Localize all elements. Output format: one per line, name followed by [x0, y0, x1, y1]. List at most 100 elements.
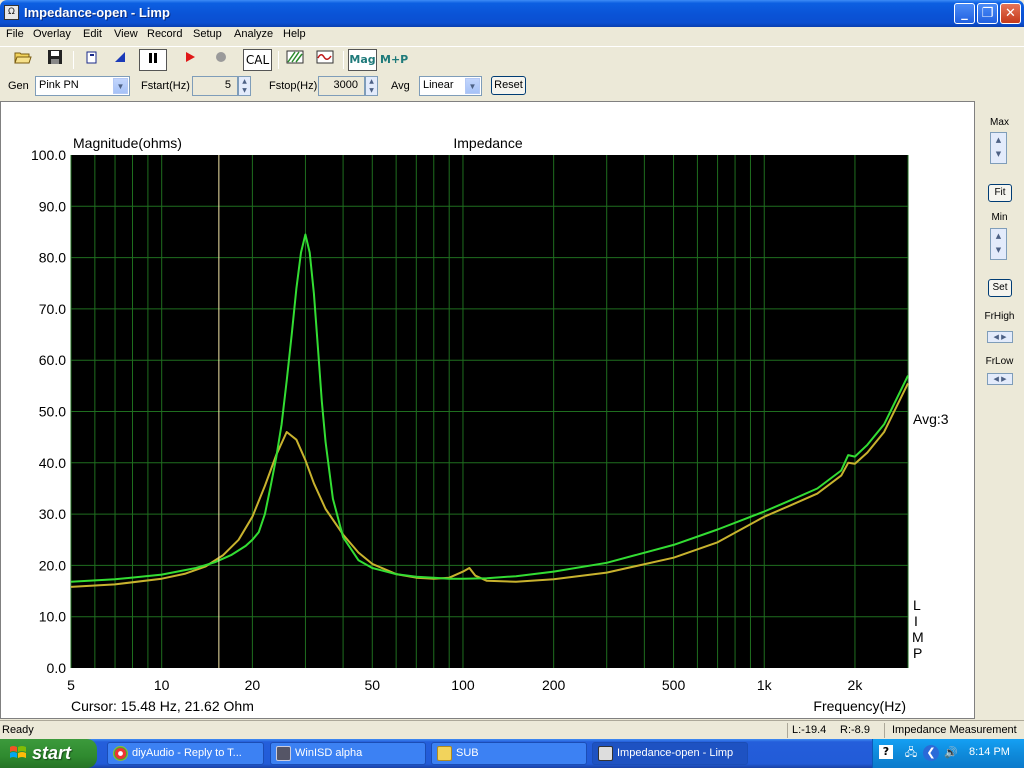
menu-setup[interactable]: Setup [193, 28, 222, 40]
impedance-chart[interactable]: Magnitude(ohms) Impedance 0.0 10.0 20.0 30.… [1, 102, 974, 718]
save-icon[interactable] [44, 49, 66, 71]
folder-icon [437, 746, 452, 761]
frlow-label: FrLow [985, 356, 1014, 367]
menu-record[interactable]: Record [147, 28, 182, 40]
scale-panel: Max ▲ ▼ Fit Min ▲ ▼ Set FrHigh ◀ ▶ FrLow ◀… [975, 101, 1024, 719]
title-bar: Ω Impedance-open - Limp _ ❐ ✕ [0, 0, 1024, 27]
y-tick-label: 30.0 [39, 506, 66, 522]
gen-label: Gen [8, 80, 29, 92]
task-winisd[interactable]: WinISD alpha [270, 742, 426, 765]
y-tick-label: 20.0 [39, 557, 66, 573]
y-tick-label: 70.0 [39, 301, 66, 317]
menu-edit[interactable]: Edit [83, 28, 102, 40]
x-tick-label: 1k [757, 677, 773, 693]
limp-letter: L [913, 597, 921, 613]
y-tick-label: 60.0 [39, 352, 66, 368]
volume-icon[interactable]: 🔊 [943, 745, 959, 761]
maximize-button[interactable]: ❐ [977, 3, 998, 24]
mag-button[interactable]: Mag [348, 49, 377, 71]
start-button[interactable]: start [0, 739, 97, 768]
network-icon[interactable]: 🖧 [903, 745, 919, 761]
frhigh-stepper[interactable]: ◀ ▶ [987, 331, 1013, 343]
set-button[interactable]: Set [988, 279, 1012, 297]
help-icon[interactable]: ? [879, 745, 893, 759]
frlow-stepper[interactable]: ◀ ▶ [987, 373, 1013, 385]
limp-letter: I [914, 613, 918, 629]
avg-label: Avg [391, 80, 410, 92]
avg-select-value: Linear [423, 79, 454, 91]
status-right-level: R:-8.9 [840, 724, 870, 736]
plot-panel: Magnitude(ohms) Impedance 0.0 10.0 20.0 30.… [0, 101, 975, 719]
minimize-button[interactable]: _ [954, 3, 975, 24]
play-icon[interactable] [179, 49, 201, 71]
menu-bar: File Overlay Edit View Record Setup Anal… [0, 27, 1024, 45]
fstop-stepper[interactable]: ▲ ▼ [365, 76, 378, 96]
menu-file[interactable]: File [6, 28, 24, 40]
min-stepper[interactable]: ▲ ▼ [990, 228, 1007, 260]
fstart-stepper[interactable]: ▲ ▼ [238, 76, 251, 96]
max-label: Max [990, 117, 1009, 128]
menu-help[interactable]: Help [283, 28, 306, 40]
app-icon [598, 746, 613, 761]
cal-button[interactable]: CAL [243, 49, 272, 71]
max-stepper[interactable]: ▲ ▼ [990, 132, 1007, 164]
chart-title: Impedance [453, 135, 522, 151]
frhigh-label: FrHigh [984, 311, 1015, 322]
limp-letter: P [913, 645, 922, 661]
chevron-down-icon[interactable]: ▼ [113, 78, 128, 94]
taskbar: start diyAudio - Reply to T... WinISD al… [0, 739, 1024, 768]
limp-letter: M [912, 629, 924, 645]
cursor-readout: Cursor: 15.48 Hz, 21.62 Ohm [71, 698, 254, 714]
windows-logo-icon [10, 746, 26, 758]
gen-select[interactable]: Pink PN ▼ [35, 76, 130, 96]
avg-count-label: Avg:3 [913, 411, 949, 427]
y-tick-label: 80.0 [39, 250, 66, 266]
y-axis-label: Magnitude(ohms) [73, 135, 182, 151]
menu-analyze[interactable]: Analyze [234, 28, 273, 40]
y-tick-label: 100.0 [31, 147, 66, 163]
status-mode: Impedance Measurement [892, 724, 1017, 736]
task-diyaudio[interactable]: diyAudio - Reply to T... [107, 742, 264, 765]
x-axis-label: Frequency(Hz) [813, 698, 906, 714]
winisd-icon [276, 746, 291, 761]
status-ready: Ready [2, 724, 34, 736]
chrome-icon [113, 746, 128, 761]
x-tick-label: 500 [662, 677, 686, 693]
task-label: Impedance-open - Limp [617, 747, 734, 759]
fstart-label: Fstart(Hz) [141, 80, 190, 92]
toolbar: CAL Mag M+P [0, 46, 1024, 72]
x-tick-label: 10 [154, 677, 170, 693]
task-sub-folder[interactable]: SUB [431, 742, 587, 765]
reset-button[interactable]: Reset [491, 76, 526, 95]
chevron-down-icon[interactable]: ▼ [465, 78, 480, 94]
x-tick-label: 20 [245, 677, 261, 693]
open-folder-icon[interactable] [12, 49, 34, 71]
x-ticks: 5 10 20 50 100 200 500 1k 2k [67, 677, 863, 693]
task-label: SUB [456, 747, 479, 759]
marker-icon[interactable] [109, 49, 131, 71]
gen-select-value: Pink PN [39, 79, 79, 91]
fstop-field[interactable]: 3000 [318, 76, 365, 96]
menu-overlay[interactable]: Overlay [33, 28, 71, 40]
menu-view[interactable]: View [114, 28, 138, 40]
record-icon[interactable] [210, 49, 232, 71]
task-label: WinISD alpha [295, 747, 363, 759]
generator-controls: Gen Pink PN ▼ Fstart(Hz) 5 ▲ ▼ Fstop(Hz) … [0, 72, 1024, 100]
pause-icon[interactable] [139, 49, 167, 71]
mag-phase-button[interactable]: M+P [380, 49, 408, 71]
y-tick-label: 40.0 [39, 455, 66, 471]
fstart-field[interactable]: 5 [192, 76, 238, 96]
close-button[interactable]: ✕ [1000, 3, 1021, 24]
min-label: Min [991, 212, 1008, 223]
avg-select[interactable]: Linear ▼ [419, 76, 482, 96]
grid-icon[interactable] [284, 49, 306, 71]
task-limp[interactable]: Impedance-open - Limp [592, 742, 748, 765]
x-tick-label: 2k [848, 677, 864, 693]
app-icon[interactable]: Ω [4, 5, 19, 20]
fit-button[interactable]: Fit [988, 184, 1012, 202]
y-ticks: 0.0 10.0 20.0 30.0 40.0 50.0 60.0 70.0 80.0 90.0 1… [31, 147, 66, 676]
wave-icon[interactable] [314, 49, 336, 71]
x-tick-label: 50 [364, 677, 380, 693]
copy-icon[interactable] [81, 49, 103, 71]
collapse-arrow-icon[interactable]: ❮ [923, 745, 939, 761]
